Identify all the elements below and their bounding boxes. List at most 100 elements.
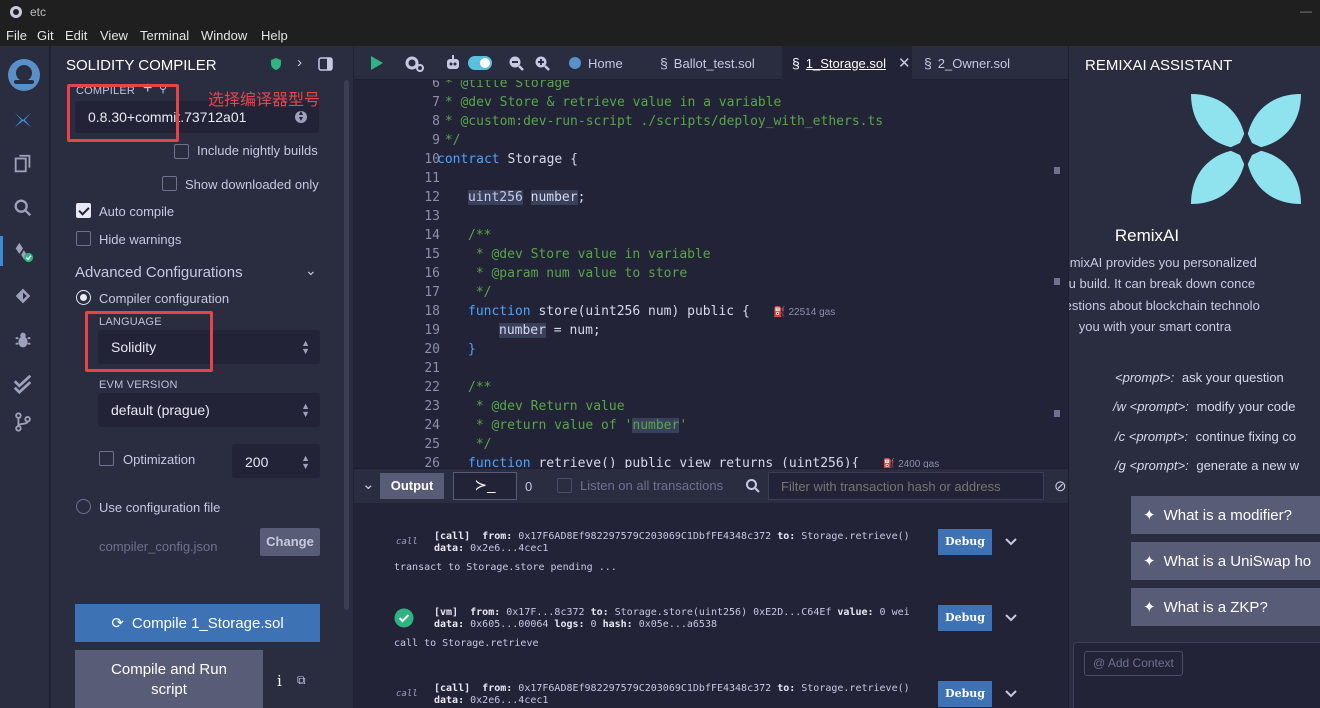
log-call-retrieve-2: [call] from: 0x17F6AD8Ef982297579C203069… bbox=[434, 683, 910, 706]
auto-compile-label: Auto compile bbox=[99, 204, 175, 219]
evm-version-select[interactable]: default (prague) ▲ ▼ bbox=[98, 393, 320, 427]
highlight-box-language bbox=[85, 311, 213, 372]
optimization-runs-input[interactable]: 200 ▲ ▼ bbox=[232, 444, 320, 478]
compile-and-run-button[interactable]: Compile and Run script bbox=[75, 650, 263, 708]
compile-button[interactable]: ⟳ Compile 1_Storage.sol bbox=[75, 604, 320, 642]
clear-console-icon[interactable]: ⊘ bbox=[1054, 477, 1067, 495]
terminal-toolbar: ⌄ Output ≻_ 0 Listen on all transactions… bbox=[354, 468, 1068, 503]
change-config-button[interactable]: Change bbox=[260, 528, 320, 556]
remixai-icon: ✦ bbox=[1143, 599, 1156, 616]
remixai-icon: ✦ bbox=[1143, 553, 1156, 570]
test-icon[interactable] bbox=[9, 370, 37, 398]
shield-icon[interactable] bbox=[269, 57, 283, 71]
file-explorer-icon[interactable] bbox=[9, 150, 37, 178]
ai-help-prompt: <prompt>: ask your question bbox=[1115, 370, 1284, 385]
listen-all-checkbox[interactable] bbox=[557, 478, 572, 493]
tx-filter-input[interactable] bbox=[768, 472, 1044, 500]
solidity-compiler-icon[interactable] bbox=[9, 238, 37, 266]
use-config-file-radio[interactable] bbox=[76, 499, 91, 514]
add-context-button[interactable]: @ Add Context bbox=[1084, 651, 1183, 676]
stepper-arrows-icon: ▲ ▼ bbox=[301, 453, 310, 471]
auto-compile-checkbox[interactable] bbox=[76, 203, 91, 218]
ai-description-3: questions about blockchain technolo bbox=[1068, 298, 1260, 313]
tab-ballot-test[interactable]: § Ballot_test.sol bbox=[650, 46, 765, 80]
terminal-prompt-icon[interactable]: ≻_ bbox=[453, 472, 517, 500]
ai-question-uniswap-button[interactable]: ✦ What is a UniSwap ho bbox=[1131, 542, 1320, 580]
tab-home[interactable]: Home bbox=[558, 46, 633, 80]
menu-window[interactable]: Window bbox=[201, 28, 247, 43]
search-icon[interactable] bbox=[745, 478, 761, 494]
remix-home-icon bbox=[569, 57, 581, 69]
minimize-icon[interactable]: — bbox=[1300, 4, 1312, 18]
select-arrows-icon: ▲ ▼ bbox=[301, 338, 310, 356]
ai-question-zkp-button[interactable]: ✦ What is a ZKP? bbox=[1131, 588, 1320, 626]
tab-1-storage[interactable]: § 1_Storage.sol ✕ bbox=[782, 46, 912, 80]
remixai-icon[interactable] bbox=[9, 106, 37, 134]
output-tab[interactable]: Output bbox=[380, 473, 444, 499]
line-number: 13 bbox=[424, 209, 440, 224]
config-file-path: compiler_config.json bbox=[99, 539, 218, 554]
tab-2-owner[interactable]: § 2_Owner.sol bbox=[914, 46, 1020, 80]
log-vm-store: [vm] from: 0x17F...8c372 to: Storage.sto… bbox=[434, 607, 910, 630]
debug-button[interactable]: Debug bbox=[938, 529, 992, 555]
include-nightly-checkbox[interactable] bbox=[174, 144, 189, 159]
compiler-config-radio[interactable] bbox=[76, 290, 91, 305]
ai-chat-input[interactable]: @ Add Context bbox=[1073, 642, 1320, 708]
search-icon[interactable] bbox=[9, 194, 37, 222]
line-number: 7 bbox=[432, 95, 440, 110]
tx-count: 0 bbox=[525, 479, 533, 494]
solidity-file-icon: § bbox=[924, 55, 932, 71]
code-line-18: function store(uint256 num) public { ⛽ 2… bbox=[468, 304, 836, 319]
gas-estimate: ⛽ 22514 gas bbox=[773, 307, 836, 318]
terminal-output: call [call] from: 0x17F6AD8Ef982297579C2… bbox=[354, 503, 1068, 708]
menu-file[interactable]: File bbox=[6, 28, 27, 43]
zoom-in-icon[interactable] bbox=[534, 55, 550, 71]
zoom-out-icon[interactable] bbox=[508, 55, 524, 71]
copy-icon[interactable]: ⧉ bbox=[297, 673, 306, 688]
line-number: 21 bbox=[424, 361, 440, 376]
chevron-right-icon[interactable]: › bbox=[297, 54, 302, 71]
use-config-file-label: Use configuration file bbox=[99, 500, 221, 515]
show-downloaded-checkbox[interactable] bbox=[162, 176, 177, 191]
chevron-down-icon[interactable] bbox=[1004, 535, 1018, 549]
line-number: 12 bbox=[424, 190, 440, 205]
sidebar-toggle-icon[interactable] bbox=[318, 57, 333, 71]
line-number: 20 bbox=[424, 342, 440, 357]
ai-help-continue: /c <prompt>: continue fixing co bbox=[1115, 429, 1297, 444]
ai-panel-title: REMIXAI ASSISTANT bbox=[1085, 57, 1233, 74]
menu-terminal[interactable]: Terminal bbox=[140, 28, 189, 43]
deploy-icon[interactable] bbox=[9, 282, 37, 310]
hide-warnings-checkbox[interactable] bbox=[76, 231, 91, 246]
code-line-6: * @title Storage bbox=[437, 80, 571, 91]
code-line-19: number = num; bbox=[499, 323, 601, 338]
code-editor[interactable]: 6 7 8 9 10 11 12 13 14 15 16 17 18 19 20 21 22 23 24 25 26 *… bbox=[354, 80, 1068, 468]
ai-toggle[interactable] bbox=[468, 56, 492, 70]
info-icon[interactable]: i bbox=[277, 672, 282, 690]
log-call-retrieve: [call] from: 0x17F6AD8Ef982297579C203069… bbox=[434, 531, 910, 554]
remix-logo-icon[interactable] bbox=[5, 56, 43, 94]
collapse-terminal-icon[interactable]: ⌄ bbox=[362, 475, 375, 493]
git-icon[interactable] bbox=[9, 408, 37, 436]
menu-view[interactable]: View bbox=[100, 28, 128, 43]
evm-caption: EVM VERSION bbox=[99, 379, 178, 391]
settings-icon[interactable] bbox=[404, 55, 426, 73]
chevron-down-icon[interactable] bbox=[1004, 687, 1018, 701]
panel-scrollbar[interactable] bbox=[344, 80, 349, 610]
close-tab-icon[interactable]: ✕ bbox=[898, 54, 911, 72]
debug-button[interactable]: Debug bbox=[938, 681, 992, 707]
debug-button[interactable]: Debug bbox=[938, 605, 992, 631]
ai-bot-icon[interactable] bbox=[444, 54, 462, 72]
menu-help[interactable]: Help bbox=[261, 28, 288, 43]
run-icon[interactable] bbox=[370, 55, 384, 71]
ai-question-modifier-button[interactable]: ✦ What is a modifier? bbox=[1131, 496, 1320, 534]
chevron-down-icon[interactable] bbox=[1004, 611, 1018, 625]
remixai-icon: ✦ bbox=[1143, 507, 1156, 524]
line-number: 23 bbox=[424, 399, 440, 414]
debugger-icon[interactable] bbox=[9, 326, 37, 354]
advanced-config-toggle[interactable]: Advanced Configurations bbox=[75, 264, 243, 281]
menu-edit[interactable]: Edit bbox=[65, 28, 87, 43]
chevron-down-icon[interactable]: ⌄ bbox=[305, 262, 317, 279]
optimization-checkbox[interactable] bbox=[99, 451, 114, 466]
solidity-file-icon: § bbox=[660, 55, 668, 71]
menu-git[interactable]: Git bbox=[37, 28, 54, 43]
